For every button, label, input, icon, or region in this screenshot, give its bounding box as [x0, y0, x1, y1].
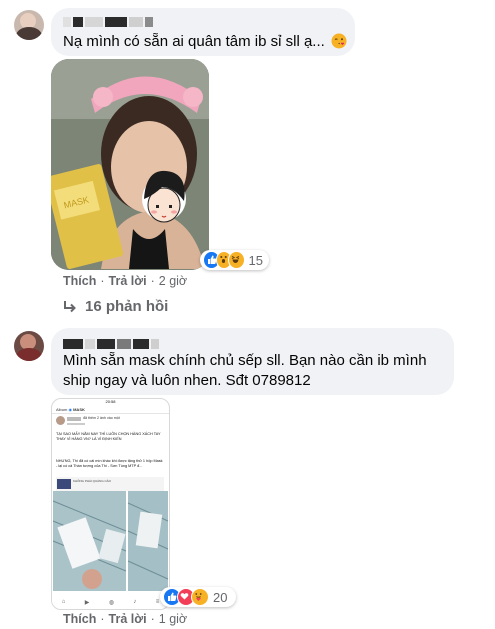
- comment-photo-mask-selfie[interactable]: MASK: [51, 59, 209, 270]
- reply-arrow-icon: [64, 300, 76, 312]
- groups-icon: ◍: [108, 599, 114, 606]
- phone-status-bar: 20:58: [105, 399, 116, 404]
- like-link[interactable]: Thích: [63, 612, 96, 626]
- comment-actions: Thích · Trả lời · 2 giờ: [63, 274, 188, 288]
- post-body-line1: TẠI SAO MẤY NĂM NAY THÌ LUÔN CHỌN HÀNG X…: [56, 432, 161, 441]
- care-reaction-icon: [191, 588, 209, 606]
- comment-timestamp[interactable]: 2 giờ: [159, 274, 187, 288]
- post-body-line2: NHƯNG, Thì đã có cái mìn khác khi được t…: [56, 459, 163, 468]
- reply-link[interactable]: Trả lời: [109, 274, 147, 288]
- post-author-avatar: [56, 416, 65, 425]
- like-link[interactable]: Thích: [63, 274, 96, 288]
- haha-reaction-icon: [228, 251, 245, 269]
- comment-bubble: Mình sẵn mask chính chủ sếp sll. Bạn nào…: [51, 328, 454, 395]
- video-icon: ▶: [84, 599, 90, 606]
- comment-photo-shared-post-screenshot[interactable]: 20:58 Album ◉ MASK đã thêm 2 ảnh vào một…: [51, 398, 170, 610]
- comment-timestamp[interactable]: 1 giờ: [159, 612, 187, 626]
- album-header: Album ◉ MASK: [56, 407, 85, 412]
- post-photos: [52, 491, 169, 591]
- home-icon: ⌂: [61, 599, 66, 605]
- view-replies-link[interactable]: 16 phản hồi: [63, 298, 168, 315]
- reaction-count: 20: [213, 589, 228, 605]
- commenter-avatar[interactable]: [14, 331, 44, 361]
- commenter-name-blurred[interactable]: [63, 17, 153, 27]
- comment-actions: Thích · Trả lời · 1 giờ: [63, 612, 188, 626]
- reply-link[interactable]: Trả lời: [109, 612, 147, 626]
- reaction-count: 15: [248, 252, 264, 268]
- wink-kiss-emoji-icon: [331, 33, 347, 49]
- phone-bottom-nav: ⌂ ▶ ◍ ♪ ≡: [52, 595, 169, 609]
- comment-bubble: Nạ mình có sẵn ai quân tâm ib sỉ sll ạ..…: [51, 8, 355, 56]
- comment-text: Nạ mình có sẵn ai quân tâm ib sỉ sll ạ..…: [63, 33, 325, 50]
- reactions-summary[interactable]: 15: [200, 250, 269, 270]
- badge-text: KHÔNG PHẢI QUẢNG CÁO: [73, 479, 112, 483]
- commenter-avatar[interactable]: [14, 10, 44, 40]
- comment-text: Mình sẵn mask chính chủ sếp sll. Bạn nào…: [63, 352, 427, 389]
- link-thumbnail: [57, 479, 71, 489]
- post-header-text: đã thêm 2 ảnh vào một: [83, 416, 120, 420]
- photo-illustration: MASK: [51, 59, 209, 270]
- bell-icon: ♪: [133, 599, 137, 605]
- replies-count-label: 16 phản hồi: [85, 298, 169, 315]
- commenter-name-blurred[interactable]: [63, 339, 159, 349]
- reactions-summary[interactable]: 20: [160, 587, 236, 607]
- menu-icon: ≡: [155, 599, 160, 605]
